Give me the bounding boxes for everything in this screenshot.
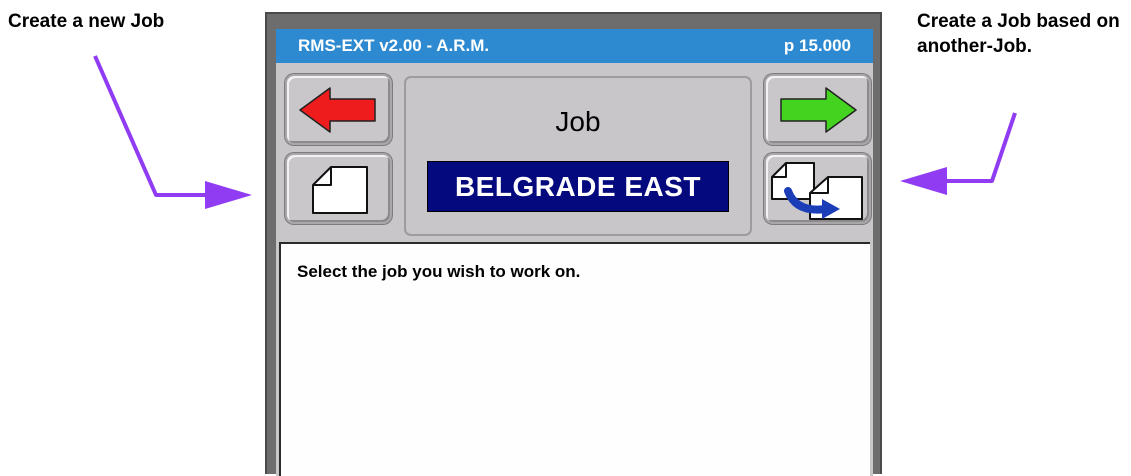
new-document-icon <box>312 166 368 214</box>
job-label: Job <box>555 106 601 137</box>
page-number: p 15.000 <box>783 36 851 55</box>
right-callout-arrow <box>900 112 1017 195</box>
message-area: Select the job you wish to work on. <box>279 242 870 476</box>
copy-job-button[interactable] <box>764 153 871 224</box>
left-callout-arrow <box>93 55 252 209</box>
new-job-button[interactable] <box>285 153 392 224</box>
job-selector[interactable]: BELGRADE EAST <box>428 162 728 211</box>
back-button[interactable] <box>285 74 392 145</box>
device-screen: RMS-EXT v2.00 - A.R.M. p 15.000 Job BELG… <box>265 12 882 476</box>
green-right-arrow-icon <box>780 87 857 133</box>
red-left-arrow-icon <box>299 87 376 133</box>
screen-content: RMS-EXT v2.00 - A.R.M. p 15.000 Job BELG… <box>276 29 873 476</box>
job-panel: Job BELGRADE EAST <box>404 76 752 236</box>
copy-document-icon <box>771 162 863 220</box>
app-title: RMS-EXT v2.00 - A.R.M. <box>298 36 490 55</box>
forward-button[interactable] <box>764 74 871 145</box>
instruction-text: Select the job you wish to work on. <box>297 262 581 281</box>
title-bar: RMS-EXT v2.00 - A.R.M. p 15.000 <box>276 29 873 63</box>
